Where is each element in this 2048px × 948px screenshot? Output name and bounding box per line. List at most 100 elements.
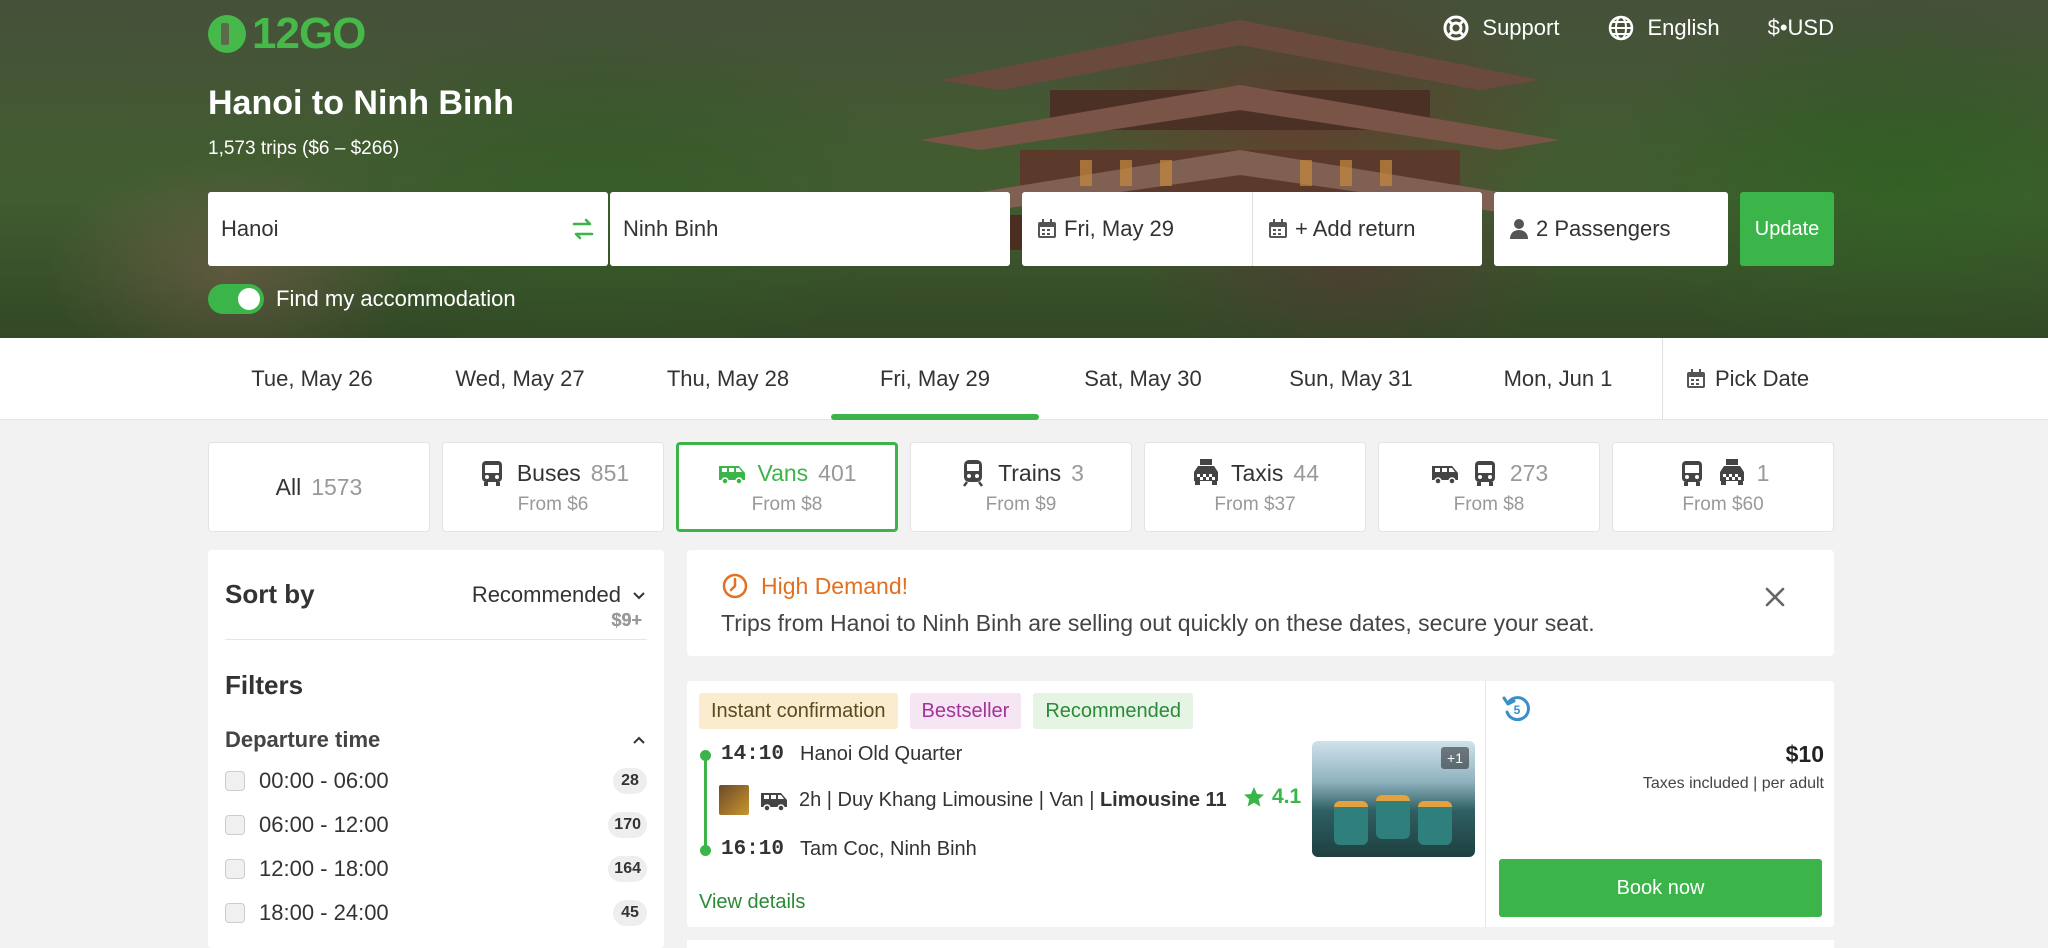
accommodation-toggle[interactable] [208,284,264,314]
currency-selector[interactable]: $•USD [1768,15,1834,41]
from-field[interactable]: Hanoi [208,192,608,266]
logo-icon [208,15,246,53]
refund-icon[interactable]: 5 [1501,693,1533,725]
operator-details: 2h | Duy Khang Limousine | Van | Limousi… [799,789,1227,812]
mode-tab-van-bus[interactable]: 273 From $8 [1378,442,1600,532]
slot-time: 06:00 - 12:00 [259,812,389,837]
mode-from-price: From $37 [1214,494,1296,515]
chevron-down-icon [633,591,645,599]
date-tab[interactable]: Sun, May 31 [1247,338,1455,420]
date-tab[interactable]: Sat, May 30 [1039,338,1247,420]
pick-date-button[interactable]: Pick Date [1662,338,1809,420]
close-icon[interactable] [1762,584,1788,610]
transport-mode-tabs: All 1573 Buses 851 From $6 Vans 401 From $8… [208,442,1834,532]
arrival-stop: 16:10 Tam Coc, Ninh Binh [721,838,977,861]
departure-slot[interactable]: 18:00 - 24:00 $9+ 45 [225,610,647,935]
mode-tab-taxis[interactable]: Taxis 44 From $37 [1144,442,1366,532]
date-tab[interactable]: Mon, Jun 1 [1454,338,1662,420]
checkbox[interactable] [225,903,245,923]
van-icon [719,466,746,485]
passengers-field[interactable]: 2 Passengers [1494,192,1728,266]
filters-title: Filters [225,670,304,700]
brand-logo[interactable]: 12GO [208,9,366,58]
hero-banner: 12GO Support English $•USD Hanoi to Ninh… [0,0,2048,338]
slot-time: 18:00 - 24:00 [259,900,389,925]
date-tab[interactable]: Wed, May 27 [416,338,624,420]
mode-tab-trains[interactable]: Trains 3 From $9 [910,442,1132,532]
alert-text: Trips from Hanoi to Ninh Binh are sellin… [721,610,1595,636]
departure-slot[interactable]: 00:00 - 06:00 $9+ 28 [225,610,647,803]
departure-time-header[interactable]: Departure time [225,727,647,753]
mode-tab-bus-taxi[interactable]: 1 From $60 [1612,442,1834,532]
to-field[interactable]: Ninh Binh [610,192,1010,266]
to-value: Ninh Binh [623,216,719,241]
mode-count: 1 [1756,459,1770,486]
top-navigation: Support English $•USD [1442,14,1834,42]
date-tab-active[interactable]: Fri, May 29 [831,338,1039,420]
pick-date-label: Pick Date [1715,366,1810,391]
vehicle-photo[interactable]: +1 [1312,741,1475,857]
mode-tab-buses[interactable]: Buses 851 From $6 [442,442,664,532]
badge-bestseller: Bestseller [909,693,1022,729]
departure-slot[interactable]: 06:00 - 12:00 $9+ 170 [225,610,647,847]
badge-recommended: Recommended [1033,693,1193,729]
slot-count: 45 [613,900,647,926]
departure-dot [700,750,711,761]
booking-panel: 5 $10 Taxes included | per adult Book no… [1487,681,1834,927]
date-tab[interactable]: Thu, May 28 [624,338,832,420]
accommodation-toggle-row: Find my accommodation [208,284,516,314]
update-button[interactable]: Update [1740,192,1834,266]
departure-time: 14:10 [721,743,785,766]
view-details-link[interactable]: View details [699,891,805,914]
taxi-icon [1719,459,1744,485]
departure-date-field[interactable]: Fri, May 29 [1022,192,1252,266]
departure-time-title: Departure time [225,727,381,752]
language-label: English [1647,15,1720,40]
mode-label: Buses [516,459,581,486]
vehicle-class: Limousine 11 [1099,788,1227,811]
clock-icon [722,573,748,599]
calendar-icon [1038,219,1056,238]
return-date-value: + Add return [1295,216,1416,241]
checkbox[interactable] [225,859,245,879]
from-value: Hanoi [221,216,279,241]
seat-graphic [1418,801,1452,845]
mode-from-price: From $8 [751,494,823,515]
slot-count: 170 [608,812,647,838]
mode-label: Vans [757,459,809,486]
currency-label: $•USD [1767,15,1834,40]
mode-tab-vans[interactable]: Vans 401 From $8 [676,442,898,532]
slot-time: 12:00 - 18:00 [259,856,389,881]
trip-info: Instant confirmation Bestseller Recommen… [687,681,1486,927]
sort-row: Sort by Recommended [225,550,647,640]
swap-icon[interactable] [570,216,596,242]
arrival-dot [700,845,711,856]
bus-icon [1474,461,1495,486]
mode-label: Taxis [1231,459,1284,486]
arrival-place: Tam Coc, Ninh Binh [800,838,977,860]
return-date-field[interactable]: + Add return [1252,192,1482,266]
language-selector[interactable]: English [1607,14,1720,42]
departure-place: Hanoi Old Quarter [800,743,963,765]
slot-count: 28 [613,768,647,794]
departure-date-value: Fri, May 29 [1064,216,1175,241]
badge-instant-confirmation: Instant confirmation [699,693,898,729]
date-tab[interactable]: Tue, May 26 [208,338,416,420]
support-link[interactable]: Support [1442,14,1559,42]
mode-tab-all[interactable]: All 1573 [208,442,430,532]
trip-badges: Instant confirmation Bestseller Recommen… [699,693,1193,729]
checkbox[interactable] [225,771,245,791]
mode-count: 401 [818,459,857,486]
operator-rating[interactable]: 4.1 [1242,785,1301,809]
book-now-button[interactable]: Book now [1499,859,1822,917]
sort-dropdown[interactable]: Recommended [472,582,647,608]
trip-result-card: Instant confirmation Bestseller Recommen… [687,681,1834,927]
checkbox[interactable] [225,815,245,835]
person-icon [1510,219,1528,239]
route-timeline [704,755,707,851]
van-icon [761,793,787,812]
slot-price: $9+ [611,610,642,630]
departure-slot[interactable]: 12:00 - 18:00 $9+ 164 [225,610,647,891]
svg-text:5: 5 [1514,703,1521,717]
bus-icon [481,461,502,486]
